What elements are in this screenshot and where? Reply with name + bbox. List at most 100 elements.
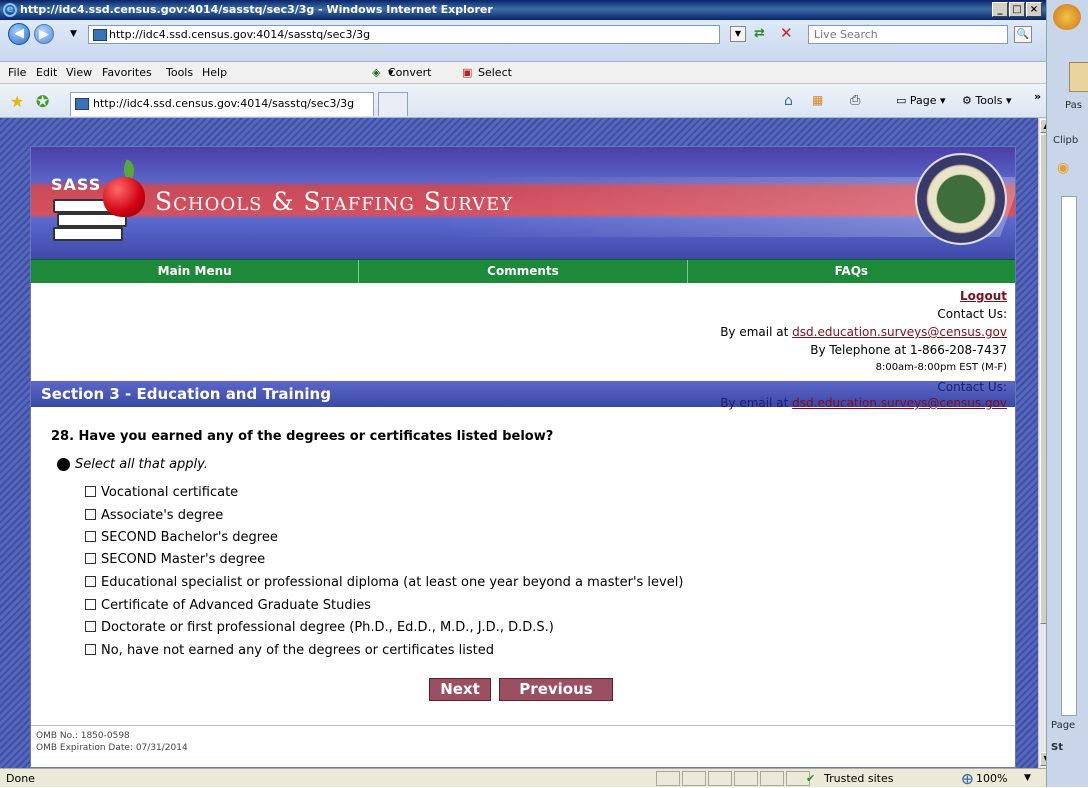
omb-number: OMB No.: 1850-0598 — [36, 731, 130, 741]
checkbox[interactable] — [85, 509, 96, 520]
convert-menu[interactable]: Convert ▾ — [388, 62, 432, 84]
site-favicon-icon — [93, 29, 107, 41]
close-button[interactable]: × — [1026, 2, 1042, 17]
option-row[interactable]: Doctorate or first professional degree (… — [85, 620, 554, 635]
email-link[interactable]: dsd.education.surveys@census.gov — [792, 325, 1007, 339]
email-prefix: By email at — [720, 325, 789, 339]
home-icon[interactable]: ⌂ — [784, 93, 793, 109]
status-cell — [656, 771, 680, 786]
print-icon[interactable]: ⎙ — [850, 93, 860, 108]
status-cell — [734, 771, 758, 786]
window-title: http://idc4.ssd.census.gov:4014/sasstq/s… — [20, 3, 493, 16]
sass-logo-text: SASS — [51, 175, 102, 194]
nav-faqs[interactable]: FAQs — [688, 260, 1015, 283]
select-button[interactable]: Select — [478, 62, 512, 84]
option-label: SECOND Master's degree — [101, 552, 266, 567]
checkbox[interactable] — [85, 644, 96, 655]
history-dropdown-icon[interactable]: ▼ — [70, 29, 77, 39]
option-row[interactable]: SECOND Master's degree — [85, 552, 265, 567]
ie-logo-icon: e — [3, 3, 17, 17]
status-bar: Done ✔ Trusted sites ⨁ 100% ▼ — [0, 768, 1046, 787]
checkbox[interactable] — [85, 599, 96, 610]
nav-comments[interactable]: Comments — [359, 260, 688, 283]
tab-label: http://idc4.ssd.census.gov:4014/sasstq/s… — [93, 97, 355, 110]
logout-link[interactable]: Logout — [960, 289, 1007, 303]
background-app-pane: Pas Clipb ◉ Page St — [1046, 0, 1088, 787]
option-row[interactable]: Vocational certificate — [85, 485, 238, 500]
trusted-check-icon: ✔ — [806, 772, 816, 785]
search-input[interactable]: Live Search — [808, 25, 1008, 44]
stop-icon[interactable]: ✕ — [780, 24, 793, 42]
menu-edit[interactable]: Edit — [36, 62, 57, 84]
footer: OMB No.: 1850-0598 OMB Expiration Date: … — [31, 725, 1015, 768]
search-go-icon[interactable]: 🔍 — [1014, 26, 1032, 43]
security-zone[interactable]: Trusted sites — [824, 769, 894, 788]
select-pdf-icon: ▣ — [462, 66, 473, 79]
contact-email-line: By email at dsd.education.surveys@census… — [720, 323, 1007, 341]
tab-favicon-icon — [75, 98, 89, 110]
address-text: http://idc4.ssd.census.gov:4014/sasstq/s… — [109, 28, 371, 41]
convert-label: Convert — [388, 66, 432, 79]
menu-view[interactable]: View — [66, 62, 92, 84]
paste-label: Pas — [1065, 100, 1082, 111]
checkbox[interactable] — [85, 553, 96, 564]
zoom-level[interactable]: 100% — [976, 769, 1007, 788]
minimize-button[interactable]: _ — [992, 2, 1008, 17]
status-cell — [682, 771, 706, 786]
shield-icon: ◉ — [1057, 160, 1070, 176]
restore-button[interactable]: □ — [1009, 2, 1025, 17]
address-toolbar: ◀ ▶ ▼ http://idc4.ssd.census.gov:4014/sa… — [0, 20, 1046, 62]
menu-favorites[interactable]: Favorites — [102, 62, 152, 84]
option-row[interactable]: Certificate of Advanced Graduate Studies — [85, 598, 371, 613]
option-label: SECOND Bachelor's degree — [101, 530, 278, 545]
option-row[interactable]: Educational specialist or professional d… — [85, 575, 683, 590]
menu-tools[interactable]: Tools — [166, 62, 193, 84]
previous-button[interactable]: Previous — [499, 678, 613, 701]
department-seal-icon — [915, 153, 1007, 245]
chevron-more-icon[interactable]: » — [1034, 90, 1041, 103]
new-tab-button[interactable] — [378, 92, 408, 116]
survey-title: Schools & Staffing Survey — [155, 187, 514, 216]
option-row[interactable]: Associate's degree — [85, 508, 223, 523]
start-label[interactable]: St — [1051, 742, 1063, 753]
checkbox[interactable] — [85, 486, 96, 497]
favorites-star-icon[interactable]: ★ — [10, 92, 24, 111]
feeds-icon[interactable]: ▦ — [812, 93, 823, 107]
forward-icon[interactable]: ▶ — [34, 24, 54, 44]
address-input[interactable]: http://idc4.ssd.census.gov:4014/sasstq/s… — [88, 25, 720, 44]
option-label: No, have not earned any of the degrees o… — [101, 643, 494, 658]
tools-menu-label: Tools — [975, 94, 1003, 107]
page-menu[interactable]: ▭ Page ▾ — [896, 94, 946, 107]
email-prefix: By email at — [720, 396, 789, 410]
contact-phone: By Telephone at 1-866-208-7437 — [810, 343, 1007, 357]
office-button-icon[interactable] — [1053, 4, 1081, 30]
status-text: Done — [6, 772, 35, 785]
menu-file[interactable]: File — [8, 62, 26, 84]
apple-bullet-icon — [57, 458, 70, 471]
contact-hours: 8:00am-8:00pm EST (M-F) — [875, 362, 1007, 373]
tab-current[interactable]: http://idc4.ssd.census.gov:4014/sasstq/s… — [70, 92, 374, 116]
menu-bar: File Edit View Favorites Tools Help ◈ Co… — [0, 62, 1046, 84]
page-viewport: SASS Schools & Staffing Survey Main Menu… — [0, 118, 1038, 768]
menu-help[interactable]: Help — [202, 62, 227, 84]
back-icon[interactable]: ◀ — [8, 23, 30, 45]
address-dropdown-icon[interactable]: ▼ — [730, 26, 746, 42]
zoom-dropdown-icon[interactable]: ▼ — [1024, 769, 1031, 788]
checkbox[interactable] — [85, 576, 96, 587]
apple-icon — [103, 177, 145, 217]
omb-expiration: OMB Expiration Date: 07/31/2014 — [36, 743, 188, 753]
email-link[interactable]: dsd.education.surveys@census.gov — [792, 396, 1007, 410]
page-menu-label: Page — [909, 94, 937, 107]
checkbox[interactable] — [85, 531, 96, 542]
add-favorites-icon[interactable]: ✪ — [36, 92, 49, 111]
status-cell — [760, 771, 784, 786]
option-row[interactable]: SECOND Bachelor's degree — [85, 530, 278, 545]
option-row[interactable]: No, have not earned any of the degrees o… — [85, 643, 494, 658]
tools-menu[interactable]: ⚙ Tools ▾ — [962, 94, 1012, 107]
nav-main-menu[interactable]: Main Menu — [31, 260, 360, 283]
status-cell — [708, 771, 732, 786]
refresh-icon[interactable]: ⇄ — [754, 26, 765, 41]
checkbox[interactable] — [85, 621, 96, 632]
book-icon — [53, 227, 123, 241]
next-button[interactable]: Next — [429, 678, 491, 701]
